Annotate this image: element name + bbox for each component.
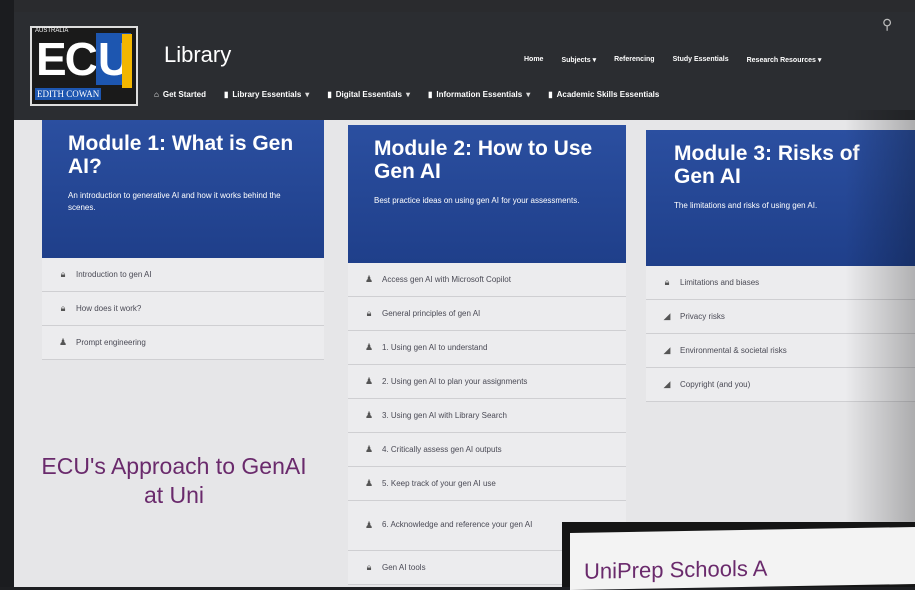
list-item[interactable]: ♟ Prompt engineering — [42, 326, 324, 360]
person-icon: ♟ — [364, 444, 374, 454]
person-icon: ♟ — [364, 478, 374, 488]
module-title: Module 1: What is Gen AI? — [68, 132, 294, 179]
list-item[interactable]: ♟ 4. Critically assess gen AI outputs — [348, 433, 626, 467]
nav-study-essentials[interactable]: Study Essentials — [673, 56, 729, 64]
monitor-bezel — [0, 0, 915, 12]
monitor-bezel-left — [0, 0, 14, 587]
module-description: Best practice ideas on using gen AI for … — [374, 196, 580, 206]
nav-home[interactable]: Home — [524, 56, 543, 64]
lock-icon: 🔒︎ — [366, 308, 372, 318]
chart-icon: ◢ — [663, 311, 671, 321]
module-3-card[interactable]: Module 3: Risks of Gen AI The limitation… — [646, 130, 915, 268]
ecu-logo[interactable]: AUSTRALIA ECU EDITH COWAN — [30, 26, 138, 106]
person-icon: ♟ — [364, 410, 374, 420]
subnav-academic-skills-essentials[interactable]: ▮ Academic Skills Essentials — [548, 90, 659, 99]
page-icon: ▮ — [427, 90, 433, 99]
list-item[interactable]: 🔒︎ Introduction to gen AI — [42, 258, 324, 292]
module-title: Module 2: How to Use Gen AI — [374, 137, 593, 184]
list-item[interactable]: ♟ 1. Using gen AI to understand — [348, 331, 626, 365]
list-item[interactable]: ◢ Copyright (and you) — [646, 368, 915, 402]
approach-heading: ECU's Approach to GenAI at Uni — [41, 453, 307, 508]
subnav-digital-essentials[interactable]: ▮ Digital Essentials ▾ — [327, 90, 410, 99]
list-item[interactable]: ♟ Access gen AI with Microsoft Copilot — [348, 263, 626, 297]
subnav-get-started[interactable]: ⌂ Get Started — [154, 90, 206, 99]
module-title: Module 3: Risks of Gen AI — [674, 142, 860, 189]
overlay-slide: UniPrep Schools A — [562, 522, 915, 590]
chart-icon: ◢ — [663, 345, 671, 355]
top-nav: Home Subjects ▾ Referencing Study Essent… — [524, 56, 821, 64]
list-item[interactable]: ♟ 3. Using gen AI with Library Search — [348, 399, 626, 433]
page-icon: ▮ — [327, 90, 332, 99]
logo-bar — [122, 34, 132, 88]
person-icon: ♟ — [364, 376, 374, 386]
main-content: Module 1: What is Gen AI? An introductio… — [14, 120, 915, 587]
overlay-slide-title: UniPrep Schools A — [584, 555, 768, 584]
overlay-slide-panel: UniPrep Schools A — [570, 526, 915, 590]
lock-icon: 🔒︎ — [664, 277, 670, 287]
list-item[interactable]: ♟ 5. Keep track of your gen AI use — [348, 467, 626, 501]
list-item[interactable]: ♟ 2. Using gen AI to plan your assignment… — [348, 365, 626, 399]
lock-icon: 🔒︎ — [60, 269, 66, 279]
site-header: AUSTRALIA ECU EDITH COWAN Library Home S… — [14, 12, 915, 120]
chart-icon: ◢ — [663, 379, 671, 389]
home-icon: ⌂ — [154, 90, 159, 99]
nav-referencing[interactable]: Referencing — [614, 56, 654, 64]
nav-subjects[interactable]: Subjects ▾ — [561, 56, 596, 64]
person-icon: ♟ — [364, 520, 374, 530]
list-item[interactable]: 🔒︎ General principles of gen AI — [348, 297, 626, 331]
person-icon: ♟ — [58, 337, 68, 347]
module-2-card[interactable]: Module 2: How to Use Gen AI Best practic… — [348, 125, 626, 263]
page-icon: ▮ — [548, 90, 553, 99]
logo-tagline: EDITH COWAN — [35, 88, 102, 100]
page-title[interactable]: Library — [164, 42, 231, 68]
lock-icon: 🔒︎ — [60, 303, 66, 313]
module-description: The limitations and risks of using gen A… — [674, 201, 818, 211]
chevron-down-icon: ▾ — [526, 90, 531, 99]
module-1-list: 🔒︎ Introduction to gen AI 🔒︎ How does it w… — [42, 258, 324, 360]
logo-letters: ECU — [36, 33, 131, 85]
sub-nav: ⌂ Get Started ▮ Library Essentials ▾ ▮ D… — [154, 90, 659, 99]
nav-research-resources[interactable]: Research Resources ▾ — [747, 56, 822, 64]
search-icon[interactable]: ⚲ — [882, 16, 892, 33]
chevron-down-icon: ▾ — [305, 90, 310, 99]
chevron-down-icon: ▾ — [405, 90, 410, 99]
page-icon: ▮ — [223, 90, 229, 99]
module-description: An introduction to generative AI and how… — [68, 191, 281, 213]
list-item[interactable]: 🔒︎ Limitations and biases — [646, 266, 915, 300]
subnav-information-essentials[interactable]: ▮ Information Essentials ▾ — [428, 90, 530, 99]
subnav-library-essentials[interactable]: ▮ Library Essentials ▾ — [224, 90, 309, 99]
person-icon: ♟ — [364, 342, 374, 352]
list-item[interactable]: ◢ Privacy risks — [646, 300, 915, 334]
list-item[interactable]: 🔒︎ How does it work? — [42, 292, 324, 326]
module-1-card[interactable]: Module 1: What is Gen AI? An introductio… — [42, 120, 324, 258]
module-3-list: 🔒︎ Limitations and biases ◢ Privacy risks … — [646, 266, 915, 402]
person-icon: ♟ — [364, 274, 374, 284]
list-item[interactable]: ◢ Environmental & societal risks — [646, 334, 915, 368]
lock-icon: 🔒︎ — [366, 562, 372, 572]
